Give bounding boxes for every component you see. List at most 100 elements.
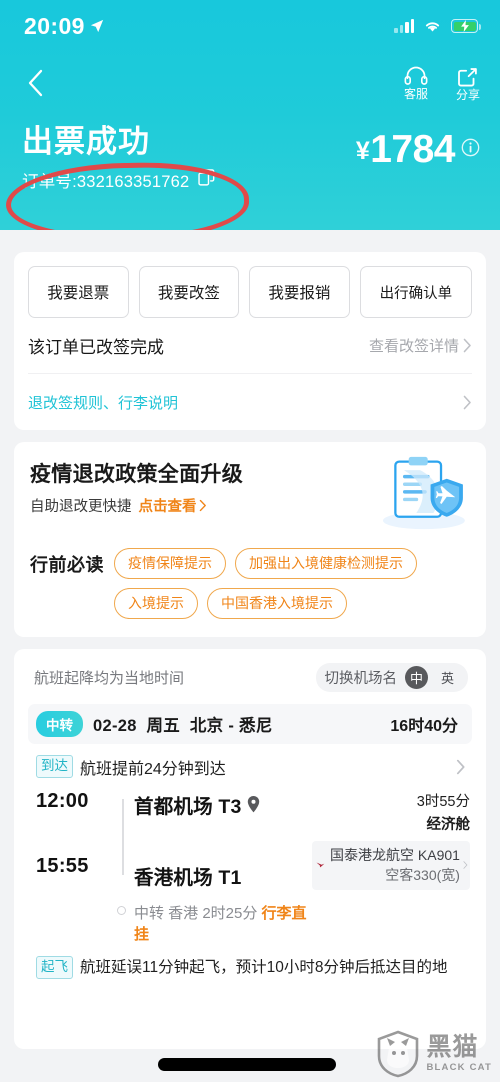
order-number-value: 332163351762 xyxy=(76,172,190,191)
price-value: 1784 xyxy=(370,128,455,171)
departure-time: 12:00 xyxy=(36,789,89,812)
trip-summary-bar: 中转 02-28 周五 北京 - 悉尼 16时40分 xyxy=(28,703,472,744)
departure-airport-name: 首都机场 T3 xyxy=(134,795,242,818)
order-actions-card: 我要退票 我要改签 我要报销 出行确认单 该订单已改签完成 查看改签详情 退改签… xyxy=(14,252,486,430)
rebook-button[interactable]: 我要改签 xyxy=(138,266,240,318)
back-button[interactable] xyxy=(18,66,52,100)
rebook-status-row: 该订单已改签完成 查看改签详情 xyxy=(28,318,472,374)
epidemic-policy-card: 疫情退改政策全面升级 自助退改更快捷 点击查看 行前必读 疫情保障提示 加强出入… xyxy=(14,442,486,637)
hero-header: 20:09 客服 分享 出票成功 订单号:332163351762 ¥1784 xyxy=(0,0,500,290)
share-label: 分享 xyxy=(455,87,480,102)
departure-status-row: 起飞 航班延误11分钟起飞，预计10小时8分钟后抵达目的地 xyxy=(28,946,472,980)
info-circle-icon xyxy=(461,138,480,156)
wifi-icon xyxy=(425,22,440,32)
price-info-button[interactable] xyxy=(461,138,480,162)
trip-summary-left: 中转 02-28 周五 北京 - 悉尼 xyxy=(36,710,273,737)
transfer-dot-icon xyxy=(117,905,126,915)
share-icon xyxy=(458,67,478,86)
map-pin-icon xyxy=(247,795,259,812)
clipboard-shield-plane-icon xyxy=(383,456,465,530)
leg-timeline-rail xyxy=(112,790,134,947)
reimbursement-button[interactable]: 我要报销 xyxy=(249,266,350,318)
pre-trip-tags: 疫情保障提示 加强出入境健康检测提示 入境提示 中国香港入境提示 xyxy=(114,548,470,619)
flight-card-header: 航班起降均为当地时间 切换机场名 中 英 xyxy=(28,662,472,692)
leg-detail-column: 3时55分 经济舱 国泰港龙航空 KA901 空客330(宽) xyxy=(312,790,472,947)
flight-itinerary-card: 航班起降均为当地时间 切换机场名 中 英 中转 02-28 周五 北京 - 悉尼… xyxy=(14,648,486,1049)
pre-trip-label: 行前必读 xyxy=(30,555,104,575)
leg-times-column: 12:00 15:55 xyxy=(28,790,112,947)
policy-subtitle-row: 自助退改更快捷 点击查看 xyxy=(30,495,243,516)
arrival-status-left: 到达 航班提前24分钟到达 xyxy=(36,755,226,779)
departure-airport: 首都机场 T3 xyxy=(134,790,312,819)
leg-duration: 3时55分 xyxy=(416,793,470,810)
chevron-right-icon xyxy=(463,860,468,869)
watermark-cn: 黑猫 xyxy=(426,1033,479,1062)
local-time-note: 航班起降均为当地时间 xyxy=(34,669,185,687)
pre-trip-reading: 行前必读 疫情保障提示 加强出入境健康检测提示 入境提示 中国香港入境提示 xyxy=(30,548,470,619)
arrival-status-row[interactable]: 到达 航班提前24分钟到达 xyxy=(28,744,472,786)
trip-total-duration: 16时40分 xyxy=(390,717,458,735)
aircraft-type: 空客330(宽) xyxy=(385,866,460,883)
status-bar-indicators xyxy=(394,18,481,33)
navigation-bar: 客服 分享 xyxy=(0,52,500,114)
cabin-class: 经济舱 xyxy=(426,816,471,833)
black-cat-logo-icon xyxy=(378,1030,419,1078)
switch-option-chinese[interactable]: 中 xyxy=(405,665,428,689)
chevron-right-icon xyxy=(463,395,471,409)
flight-legs: 12:00 15:55 首都机场 T3 香港机场 T1 中转 香港 2时25分 … xyxy=(28,786,472,947)
copy-icon xyxy=(198,168,215,186)
airport-name-language-switch[interactable]: 切换机场名 中 英 xyxy=(315,662,468,692)
chevron-right-icon xyxy=(463,338,471,353)
location-arrow-icon xyxy=(90,19,103,33)
policy-text-block: 疫情退改政策全面升级 自助退改更快捷 点击查看 xyxy=(30,458,243,516)
arrival-time: 15:55 xyxy=(36,854,89,877)
tag-hongkong-entry-notice[interactable]: 中国香港入境提示 xyxy=(207,587,347,619)
view-rebook-detail-link[interactable]: 查看改签详情 xyxy=(369,335,472,356)
travel-confirmation-button[interactable]: 出行确认单 xyxy=(359,266,473,318)
watermark-text: 黑猫 BLACK CAT xyxy=(426,1035,492,1073)
transfer-badge: 中转 xyxy=(36,710,83,737)
cellular-signal-icon xyxy=(394,18,414,33)
copy-order-number-button[interactable] xyxy=(198,168,215,191)
share-button[interactable]: 分享 xyxy=(456,66,480,101)
order-detail-screen: 20:09 客服 分享 出票成功 订单号:332163351762 ¥1784 … xyxy=(0,0,500,1082)
watermark-en: BLACK CAT xyxy=(426,1062,492,1074)
policy-header: 疫情退改政策全面升级 自助退改更快捷 点击查看 xyxy=(30,456,470,532)
hero-left: 出票成功 订单号:332163351762 xyxy=(22,124,215,192)
refund-rules-link[interactable]: 退改签规则、行李说明 xyxy=(28,392,178,413)
redaction-bar xyxy=(158,1058,336,1071)
tag-epidemic-guarantee[interactable]: 疫情保障提示 xyxy=(114,548,226,579)
switch-option-english[interactable]: 英 xyxy=(436,666,459,689)
airline-texts: 国泰港龙航空 KA901 空客330(宽) xyxy=(328,845,460,885)
airline-info-box[interactable]: 国泰港龙航空 KA901 空客330(宽) xyxy=(312,840,470,890)
nav-actions: 客服 分享 xyxy=(404,66,480,101)
customer-service-label: 客服 xyxy=(403,86,428,101)
tag-health-check[interactable]: 加强出入境健康检测提示 xyxy=(235,548,417,579)
total-price: ¥1784 xyxy=(355,128,456,171)
airline-name: 国泰港龙航空 KA901 xyxy=(330,846,460,863)
order-action-buttons: 我要退票 我要改签 我要报销 出行确认单 xyxy=(28,266,473,318)
status-bar-clock: 20:09 xyxy=(24,13,104,40)
order-number-row: 订单号:332163351762 xyxy=(22,168,215,192)
page-title: 出票成功 xyxy=(22,124,150,159)
tag-entry-notice[interactable]: 入境提示 xyxy=(114,587,198,619)
departure-status-text: 航班延误11分钟起飞，预计10小时8分钟后抵达目的地 xyxy=(80,959,448,977)
policy-cta-link[interactable]: 点击查看 xyxy=(139,495,207,516)
price-block: ¥1784 xyxy=(356,124,480,169)
battery-charging-icon xyxy=(451,19,481,33)
policy-cta-label: 点击查看 xyxy=(138,499,197,515)
refund-button[interactable]: 我要退票 xyxy=(28,266,129,318)
order-number-label: 订单号:332163351762 xyxy=(22,172,190,191)
rules-row[interactable]: 退改签规则、行李说明 xyxy=(28,374,472,430)
departure-pill: 起飞 xyxy=(36,956,73,979)
trip-date: 02-28 周五 北京 - 悉尼 xyxy=(93,716,273,735)
headset-icon xyxy=(404,66,428,85)
transfer-note-prefix: 中转 香港 2时25分 xyxy=(134,904,262,922)
switch-label: 切换机场名 xyxy=(324,670,398,687)
plane-icon xyxy=(316,862,325,868)
currency-symbol: ¥ xyxy=(355,137,370,165)
timeline-line xyxy=(122,798,124,875)
customer-service-button[interactable]: 客服 xyxy=(404,66,428,101)
hero-body: 出票成功 订单号:332163351762 ¥1784 xyxy=(0,114,500,192)
rebook-status-text: 该订单已改签完成 xyxy=(28,338,164,357)
